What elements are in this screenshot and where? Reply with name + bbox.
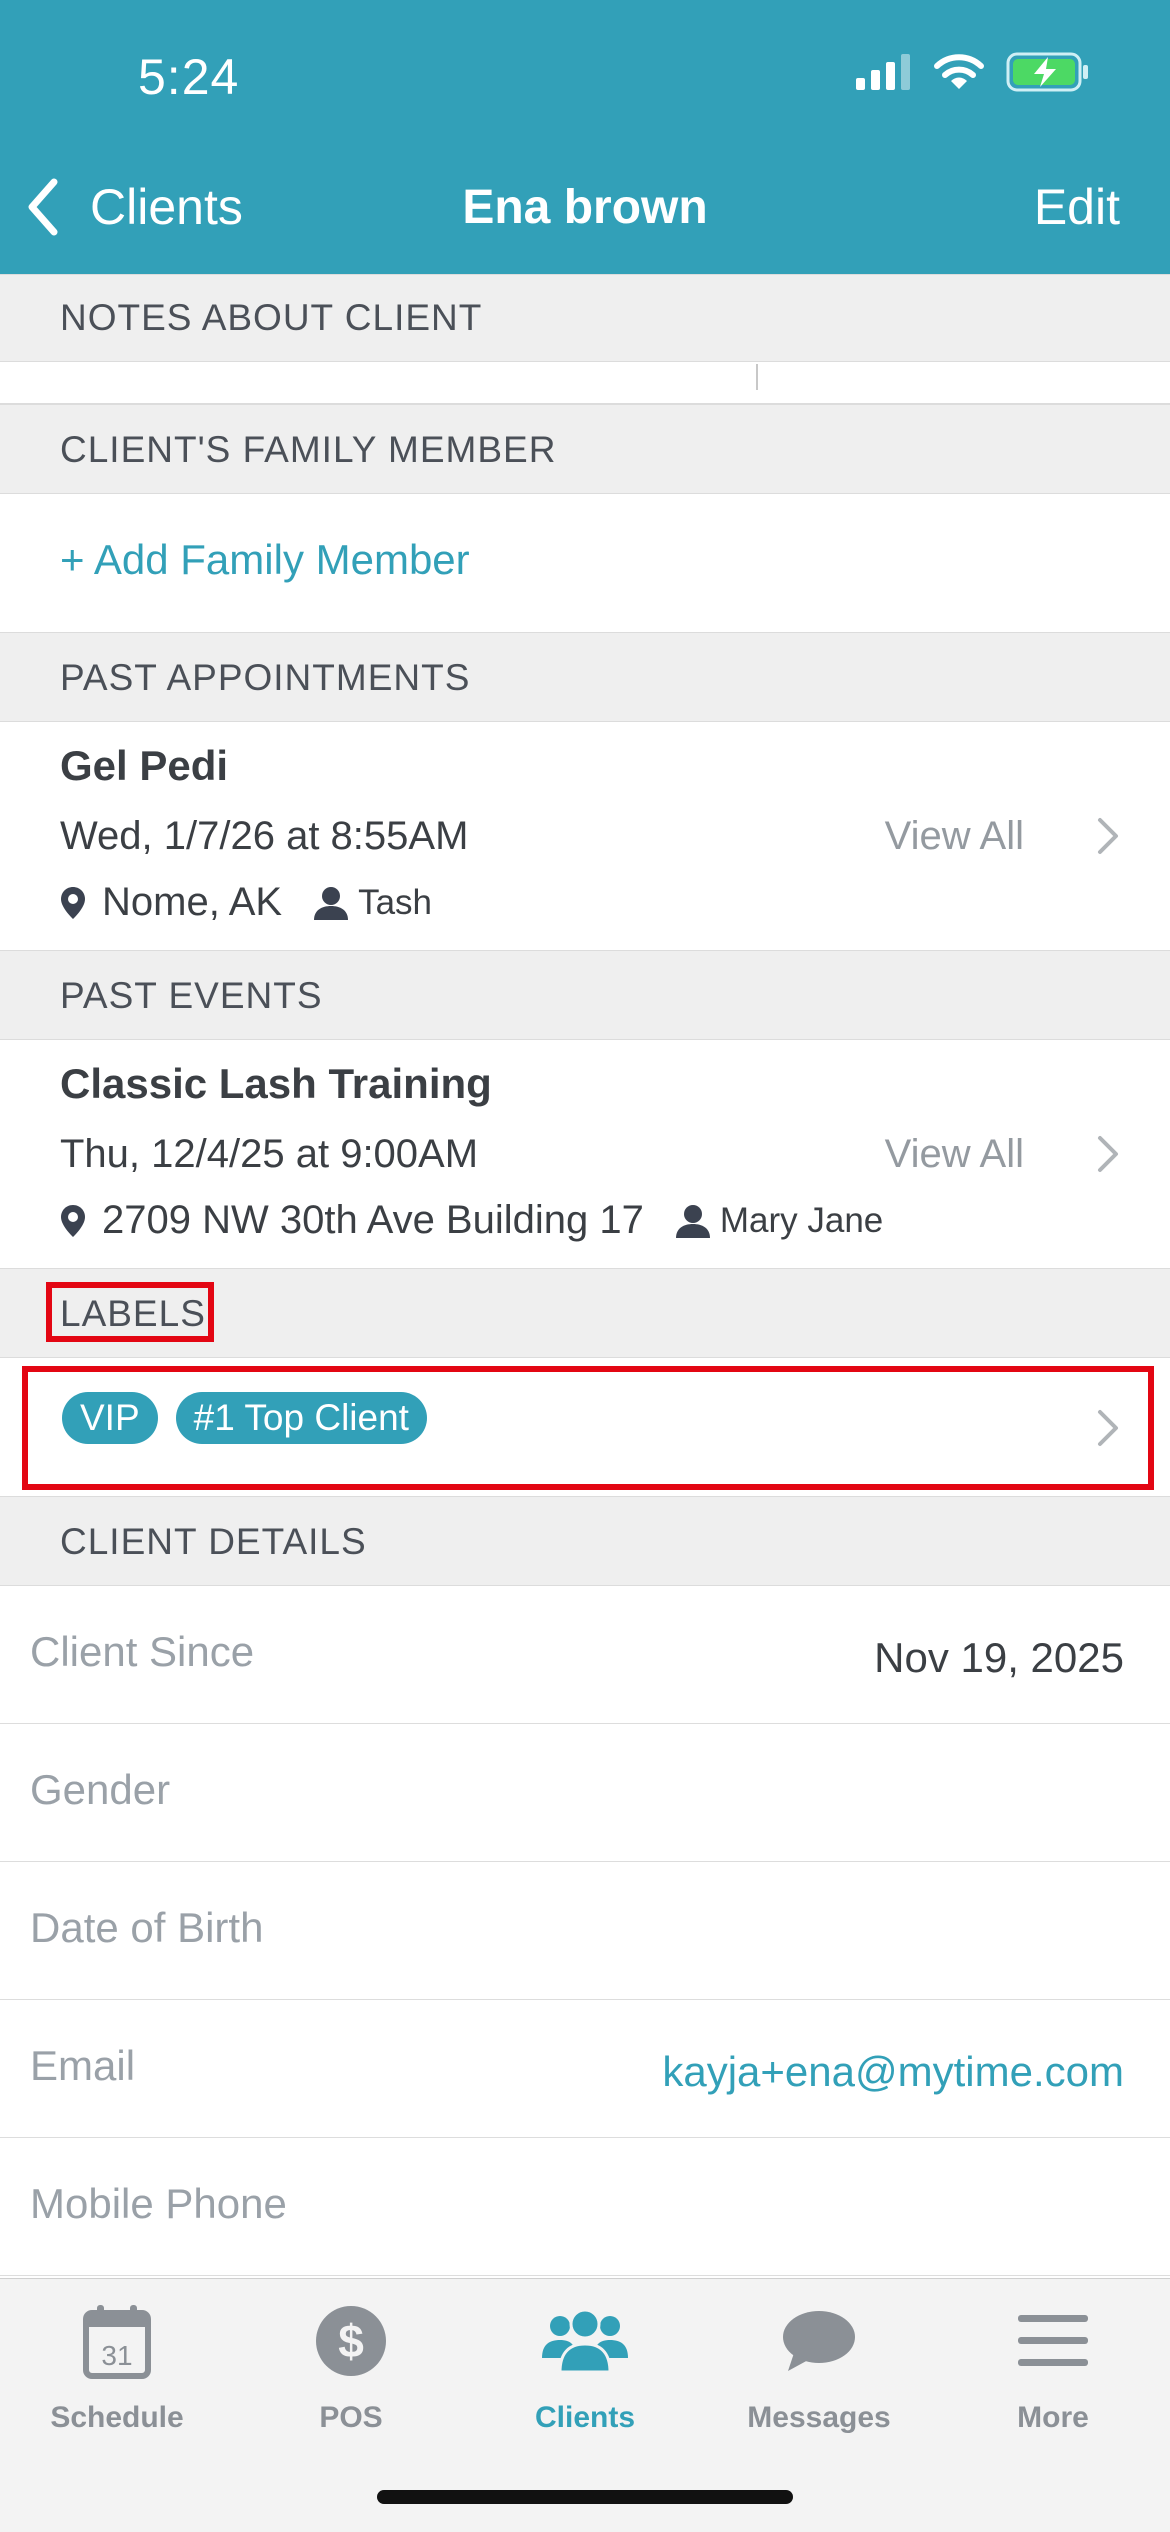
view-all-events-link[interactable]: View All (885, 1132, 1024, 1177)
appointment-datetime: Wed, 1/7/26 at 8:55AM (60, 814, 469, 858)
back-button[interactable]: Clients (26, 178, 243, 236)
section-header-client-details: CLIENT DETAILS (0, 1496, 1170, 1586)
top-header: 5:24 Clients Ena brown Edit (0, 0, 1170, 274)
detail-label: Gender (30, 1766, 171, 1813)
tab-messages[interactable]: Messages (702, 2301, 936, 2435)
chat-bubble-icon (783, 2311, 855, 2371)
detail-row-client-since: Client Since Nov 19, 2025 (0, 1586, 1170, 1724)
section-title-client-details: CLIENT DETAILS (60, 1521, 367, 1562)
section-header-family: CLIENT'S FAMILY MEMBER (0, 404, 1170, 494)
edit-button[interactable]: Edit (1034, 178, 1120, 236)
past-event-row[interactable]: Classic Lash Training Thu, 12/4/25 at 9:… (0, 1040, 1170, 1268)
wifi-icon (934, 54, 984, 89)
event-meta: 2709 NW 30th Ave Building 17 Mary Jane (60, 1198, 883, 1243)
detail-value: Nov 19, 2025 (874, 1634, 1124, 1681)
tab-label: Schedule (50, 2401, 184, 2434)
tab-label: Messages (747, 2401, 891, 2434)
detail-label: Email (30, 2042, 136, 2089)
person-icon (314, 886, 349, 920)
section-title-past-appointments: PAST APPOINTMENTS (60, 657, 471, 698)
section-header-past-appointments: PAST APPOINTMENTS (0, 632, 1170, 722)
tab-label: Clients (534, 2401, 636, 2434)
event-datetime: Thu, 12/4/25 at 9:00AM (60, 1132, 479, 1176)
section-title-past-events: PAST EVENTS (60, 975, 323, 1016)
section-header-past-events: PAST EVENTS (0, 950, 1170, 1040)
detail-label: Mobile Phone (30, 2180, 287, 2227)
tab-label: POS (319, 2401, 383, 2434)
svg-text:$: $ (338, 2315, 364, 2367)
tab-label: More (1017, 2401, 1089, 2434)
detail-row-email: Email kayja+ena@mytime.com (0, 2000, 1170, 2138)
detail-row-mobile-phone[interactable]: Mobile Phone (0, 2138, 1170, 2276)
calendar-day: 31 (101, 2340, 132, 2371)
detail-label: Client Since (30, 1628, 255, 1675)
label-chip: VIP (62, 1392, 158, 1444)
calendar-icon: 31 (83, 2305, 151, 2379)
clients-icon (542, 2308, 628, 2374)
section-title-family: CLIENT'S FAMILY MEMBER (60, 429, 557, 470)
tab-clients[interactable]: Clients (468, 2301, 702, 2435)
section-header-labels: LABELS (0, 1268, 1170, 1358)
appointment-title: Gel Pedi (60, 742, 229, 789)
appointment-location: Nome, AK (102, 880, 283, 924)
status-icons (856, 52, 1090, 92)
chevron-right-icon (1098, 1136, 1118, 1172)
tab-more[interactable]: More (936, 2301, 1170, 2435)
appointment-staff: Tash (358, 882, 433, 922)
detail-row-date-of-birth[interactable]: Date of Birth (0, 1862, 1170, 2000)
notes-field[interactable] (0, 362, 1170, 404)
location-pin-icon (61, 1204, 85, 1237)
email-link[interactable]: kayja+ena@mytime.com (662, 2048, 1124, 2096)
tab-schedule[interactable]: 31 Schedule (0, 2301, 234, 2435)
chevron-left-icon (28, 178, 58, 236)
section-title-notes: NOTES ABOUT CLIENT (60, 297, 483, 338)
chevron-right-icon (1098, 818, 1118, 854)
tab-pos[interactable]: $ POS (234, 2301, 468, 2435)
back-label: Clients (90, 179, 243, 235)
location-pin-icon (61, 886, 85, 919)
past-appointment-row[interactable]: Gel Pedi Wed, 1/7/26 at 8:55AM Nome, AK … (0, 722, 1170, 950)
label-chip-list: VIP #1 Top Client (62, 1392, 445, 1444)
labels-row[interactable]: VIP #1 Top Client (0, 1358, 1170, 1496)
text-cursor (756, 364, 758, 390)
family-row: + Add Family Member (0, 494, 1170, 632)
appointment-meta: Nome, AK Tash (60, 880, 432, 925)
event-title: Classic Lash Training (60, 1060, 492, 1107)
chevron-right-icon (1098, 1410, 1118, 1446)
signal-icon (856, 54, 910, 90)
event-location: 2709 NW 30th Ave Building 17 (102, 1198, 644, 1242)
home-indicator (377, 2490, 793, 2504)
status-time: 5:24 (138, 49, 240, 105)
label-chip: #1 Top Client (175, 1392, 427, 1444)
menu-icon (1018, 2315, 1088, 2366)
detail-label: Date of Birth (30, 1904, 264, 1951)
section-header-notes: NOTES ABOUT CLIENT (0, 274, 1170, 362)
detail-row-gender[interactable]: Gender (0, 1724, 1170, 1862)
event-staff: Mary Jane (719, 1200, 884, 1240)
battery-charging-icon (1006, 52, 1088, 92)
section-title-labels: LABELS (60, 1293, 206, 1334)
add-family-member-link[interactable]: + Add Family Member (60, 536, 470, 584)
person-icon (675, 1204, 710, 1238)
dollar-icon: $ (316, 2306, 386, 2376)
view-all-appointments-link[interactable]: View All (885, 814, 1024, 859)
